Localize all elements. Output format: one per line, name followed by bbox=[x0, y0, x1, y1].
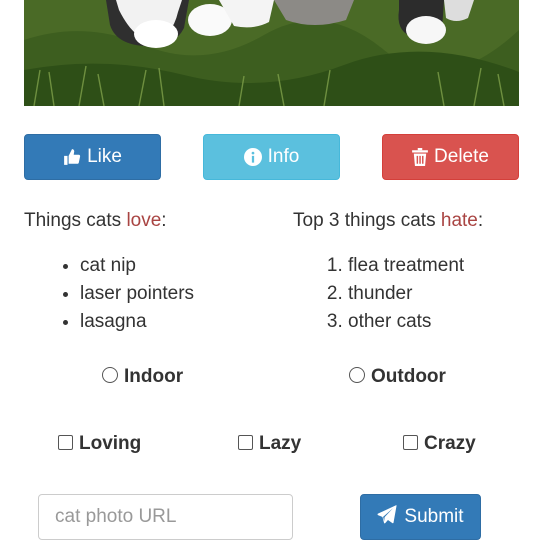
list-item: flea treatment bbox=[348, 252, 464, 280]
like-button[interactable]: Like bbox=[24, 134, 161, 180]
loving-checkbox-option[interactable]: Loving bbox=[58, 433, 141, 455]
crazy-checkbox[interactable] bbox=[403, 434, 418, 450]
list-item: cat nip bbox=[80, 252, 194, 280]
outdoor-radio-option[interactable]: Outdoor bbox=[349, 366, 446, 388]
loving-label: Loving bbox=[79, 433, 142, 454]
trash-icon bbox=[412, 148, 428, 166]
outdoor-label: Outdoor bbox=[371, 366, 446, 387]
crazy-label: Crazy bbox=[424, 433, 476, 454]
list-item: lasagna bbox=[80, 308, 194, 336]
lazy-checkbox-option[interactable]: Lazy bbox=[238, 433, 301, 455]
info-button[interactable]: Info bbox=[203, 134, 340, 180]
delete-button[interactable]: Delete bbox=[382, 134, 519, 180]
indoor-radio[interactable] bbox=[102, 367, 118, 383]
cat-photo bbox=[24, 0, 519, 106]
hate-accent: hate bbox=[440, 210, 478, 231]
lazy-checkbox[interactable] bbox=[238, 434, 253, 450]
crazy-checkbox-option[interactable]: Crazy bbox=[403, 433, 476, 455]
indoor-radio-option[interactable]: Indoor bbox=[102, 366, 183, 388]
love-accent: love bbox=[126, 210, 162, 231]
loving-checkbox[interactable] bbox=[58, 434, 73, 450]
list-item: laser pointers bbox=[80, 280, 194, 308]
submit-button[interactable]: Submit bbox=[360, 494, 481, 540]
paper-plane-icon bbox=[377, 504, 397, 530]
lazy-label: Lazy bbox=[259, 433, 302, 454]
like-label: Like bbox=[87, 146, 122, 167]
love-list: cat nip laser pointers lasagna bbox=[80, 252, 194, 336]
list-item: thunder bbox=[348, 280, 464, 308]
cat-photo-url-input[interactable] bbox=[38, 494, 293, 540]
love-list-title: Things cats love: bbox=[24, 210, 167, 231]
indoor-label: Indoor bbox=[124, 366, 184, 387]
hate-list: flea treatment thunder other cats bbox=[348, 252, 464, 336]
submit-label: Submit bbox=[404, 506, 464, 527]
info-circle-icon bbox=[243, 148, 262, 166]
thumbs-up-icon bbox=[63, 148, 81, 166]
outdoor-radio[interactable] bbox=[349, 367, 365, 383]
delete-label: Delete bbox=[434, 146, 489, 167]
info-label: Info bbox=[267, 146, 300, 167]
list-item: other cats bbox=[348, 308, 464, 336]
hate-list-title: Top 3 things cats hate: bbox=[293, 210, 484, 231]
